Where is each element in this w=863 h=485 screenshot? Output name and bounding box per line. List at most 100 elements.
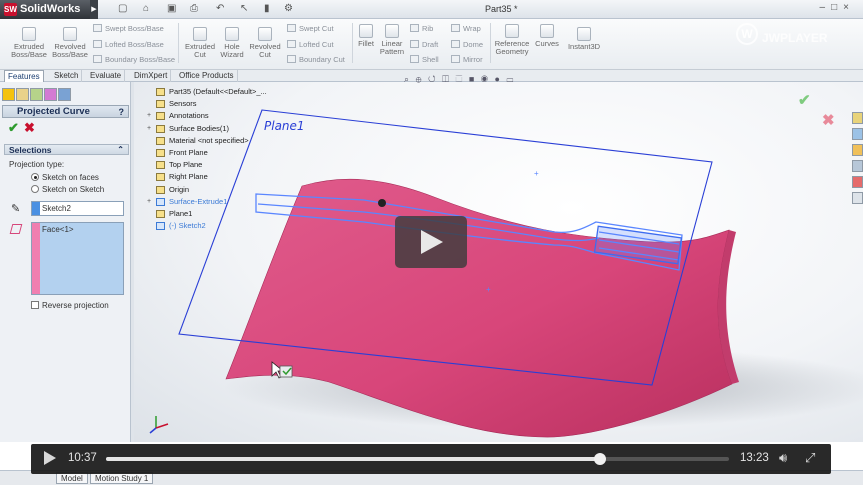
home-icon[interactable] — [852, 112, 863, 124]
tree-item-origin[interactable]: Origin — [144, 184, 267, 196]
sketch-icon — [156, 222, 165, 231]
instant3d-button[interactable]: Instant3D — [566, 27, 602, 51]
fillet-button[interactable]: Fillet — [354, 24, 378, 48]
tree-item-annotations[interactable]: + Annotations — [144, 110, 267, 122]
tree-item-front-plane[interactable]: Front Plane — [144, 147, 267, 159]
tree-item-top-plane[interactable]: Top Plane — [144, 159, 267, 171]
dimxpert-manager-icon[interactable] — [44, 88, 57, 101]
options-icon[interactable]: ⚙ — [284, 3, 293, 15]
scene-icon[interactable]: ▭ — [506, 74, 515, 84]
reverse-projection-checkbox[interactable]: Reverse projection — [31, 301, 109, 311]
confirm-cancel-icon[interactable]: ✖ — [822, 111, 835, 129]
section-view-icon[interactable]: ◫ — [442, 74, 451, 84]
cancel-button[interactable]: ✖ — [24, 121, 35, 134]
zoom-to-fit-icon[interactable]: ⌕ — [404, 74, 411, 84]
revolved-cut-button[interactable]: Revolved Cut — [246, 27, 284, 59]
tree-item-material[interactable]: Material <not specified> — [144, 135, 267, 147]
property-manager-icon[interactable] — [16, 88, 29, 101]
swept-cut-button[interactable]: Swept Cut — [287, 24, 334, 33]
heads-up-view-toolbar[interactable]: ⌕ ⊕ ↺ ◫ ⬚ ■ ◉ ● ▭ — [404, 74, 515, 85]
tree-item-surface-bodies[interactable]: + Surface Bodies(1) — [144, 123, 267, 135]
undo-icon[interactable]: ↶ — [216, 3, 224, 15]
radio-sketch-on-sketch[interactable]: Sketch on Sketch — [31, 185, 104, 195]
solidworks-logo[interactable]: SW SolidWorks — [0, 0, 90, 19]
hide-show-icon[interactable]: ◉ — [481, 74, 490, 84]
sketch-selection-field[interactable]: Sketch2 — [31, 201, 124, 216]
tree-item-sensors[interactable]: Sensors — [144, 98, 267, 110]
rib-button[interactable]: Rib — [410, 24, 433, 33]
help-icon[interactable]: ? — [119, 106, 125, 118]
feature-manager-icon[interactable] — [2, 88, 15, 101]
tree-item-right-plane[interactable]: Right Plane — [144, 171, 267, 183]
window-controls[interactable]: –□× — [820, 2, 855, 13]
rebuild-icon[interactable]: ▮ — [264, 3, 270, 15]
revolved-cut-label: Revolved Cut — [249, 42, 281, 59]
tree-item-plane1[interactable]: Plane1 — [144, 208, 267, 220]
design-library-icon[interactable] — [852, 128, 863, 140]
view-orientation-icon[interactable]: ⬚ — [455, 74, 464, 84]
lofted-cut-button[interactable]: Lofted Cut — [287, 40, 334, 49]
seek-bar[interactable] — [106, 453, 729, 465]
tab-features[interactable]: Features — [4, 70, 44, 82]
save-icon[interactable]: ▣ — [167, 3, 176, 15]
title-bar: SW SolidWorks ▶ ▢ ⌂ ▣ ⎙ ↶ ↖ ▮ ⚙ Part35 *… — [0, 0, 863, 19]
zoom-area-icon[interactable]: ⊕ — [416, 74, 424, 84]
collapse-icon[interactable]: ⌃ — [117, 145, 124, 155]
fullscreen-icon[interactable]: ⤢ — [805, 451, 815, 465]
tab-office-products[interactable]: Office Products — [176, 70, 238, 82]
expand-icon[interactable]: + — [147, 123, 151, 135]
confirm-ok-icon[interactable]: ✔ — [798, 91, 811, 109]
play-icon[interactable] — [44, 451, 56, 465]
previous-view-icon[interactable]: ↺ — [428, 74, 438, 84]
linear-pattern-button[interactable]: Linear Pattern — [378, 24, 406, 56]
new-icon[interactable]: ▢ — [118, 3, 127, 15]
extruded-cut-button[interactable]: Extruded Cut — [182, 27, 218, 59]
volume-icon[interactable]: 🔊︎ — [779, 451, 787, 465]
tree-item-sketch2[interactable]: (-) Sketch2 — [144, 220, 267, 232]
expand-icon[interactable]: + — [147, 110, 151, 122]
lofted-boss-button[interactable]: Lofted Boss/Base — [93, 40, 164, 49]
tab-evaluate[interactable]: Evaluate — [87, 70, 126, 82]
file-explorer-icon[interactable] — [852, 144, 863, 156]
dome-button[interactable]: Dome — [451, 40, 483, 49]
reference-geometry-button[interactable]: Reference Geometry — [494, 24, 530, 56]
reverse-projection-label: Reverse projection — [42, 301, 109, 310]
duration: 13:23 — [740, 452, 769, 464]
video-play-overlay-button[interactable] — [395, 216, 467, 268]
boundary-cut-button[interactable]: Boundary Cut — [287, 55, 345, 64]
print-icon[interactable]: ⎙ — [190, 3, 198, 15]
menu-arrow-icon[interactable]: ▶ — [90, 0, 98, 19]
display-manager-icon[interactable] — [58, 88, 71, 101]
mirror-button[interactable]: Mirror — [451, 55, 483, 64]
shell-button[interactable]: Shell — [410, 55, 439, 64]
wrap-button[interactable]: Wrap — [451, 24, 481, 33]
extruded-cut-icon — [193, 27, 207, 41]
open-icon[interactable]: ⌂ — [143, 3, 149, 15]
tree-item-part[interactable]: Part35 (Default<<Default>_... — [144, 86, 267, 98]
custom-properties-icon[interactable] — [852, 192, 863, 204]
seek-handle[interactable] — [594, 453, 607, 465]
appearance-icon[interactable]: ● — [494, 74, 501, 84]
tree-item-surface-extrude[interactable]: + Surface-Extrude1 — [144, 196, 267, 208]
revolved-boss-button[interactable]: Revolved Boss/Base — [52, 27, 88, 59]
configuration-manager-icon[interactable] — [30, 88, 43, 101]
selections-section-header[interactable]: Selections ⌃ — [4, 144, 129, 155]
radio-sketch-on-faces[interactable]: Sketch on faces — [31, 173, 99, 183]
view-palette-icon[interactable] — [852, 160, 863, 172]
select-icon[interactable]: ↖ — [240, 3, 248, 15]
extruded-boss-button[interactable]: Extruded Boss/Base — [6, 27, 52, 59]
hole-wizard-button[interactable]: Hole Wizard — [218, 27, 246, 59]
graphics-area[interactable]: Plane1 + + ⌕ ⊕ ↺ ◫ ⬚ ■ ◉ ● ▭ Part35 (Def… — [134, 74, 863, 442]
wrap-icon — [451, 24, 460, 32]
swept-boss-button[interactable]: Swept Boss/Base — [93, 24, 164, 33]
display-style-icon[interactable]: ■ — [469, 74, 476, 84]
appearances-icon[interactable] — [852, 176, 863, 188]
expand-icon[interactable]: + — [147, 196, 151, 208]
tab-sketch[interactable]: Sketch — [51, 70, 83, 82]
draft-button[interactable]: Draft — [410, 40, 438, 49]
tab-dimxpert[interactable]: DimXpert — [131, 70, 172, 82]
ok-button[interactable]: ✔ — [8, 121, 19, 134]
curves-button[interactable]: Curves — [533, 24, 561, 48]
boundary-boss-button[interactable]: Boundary Boss/Base — [93, 55, 175, 64]
face-selection-list[interactable]: Face<1> — [31, 222, 124, 295]
